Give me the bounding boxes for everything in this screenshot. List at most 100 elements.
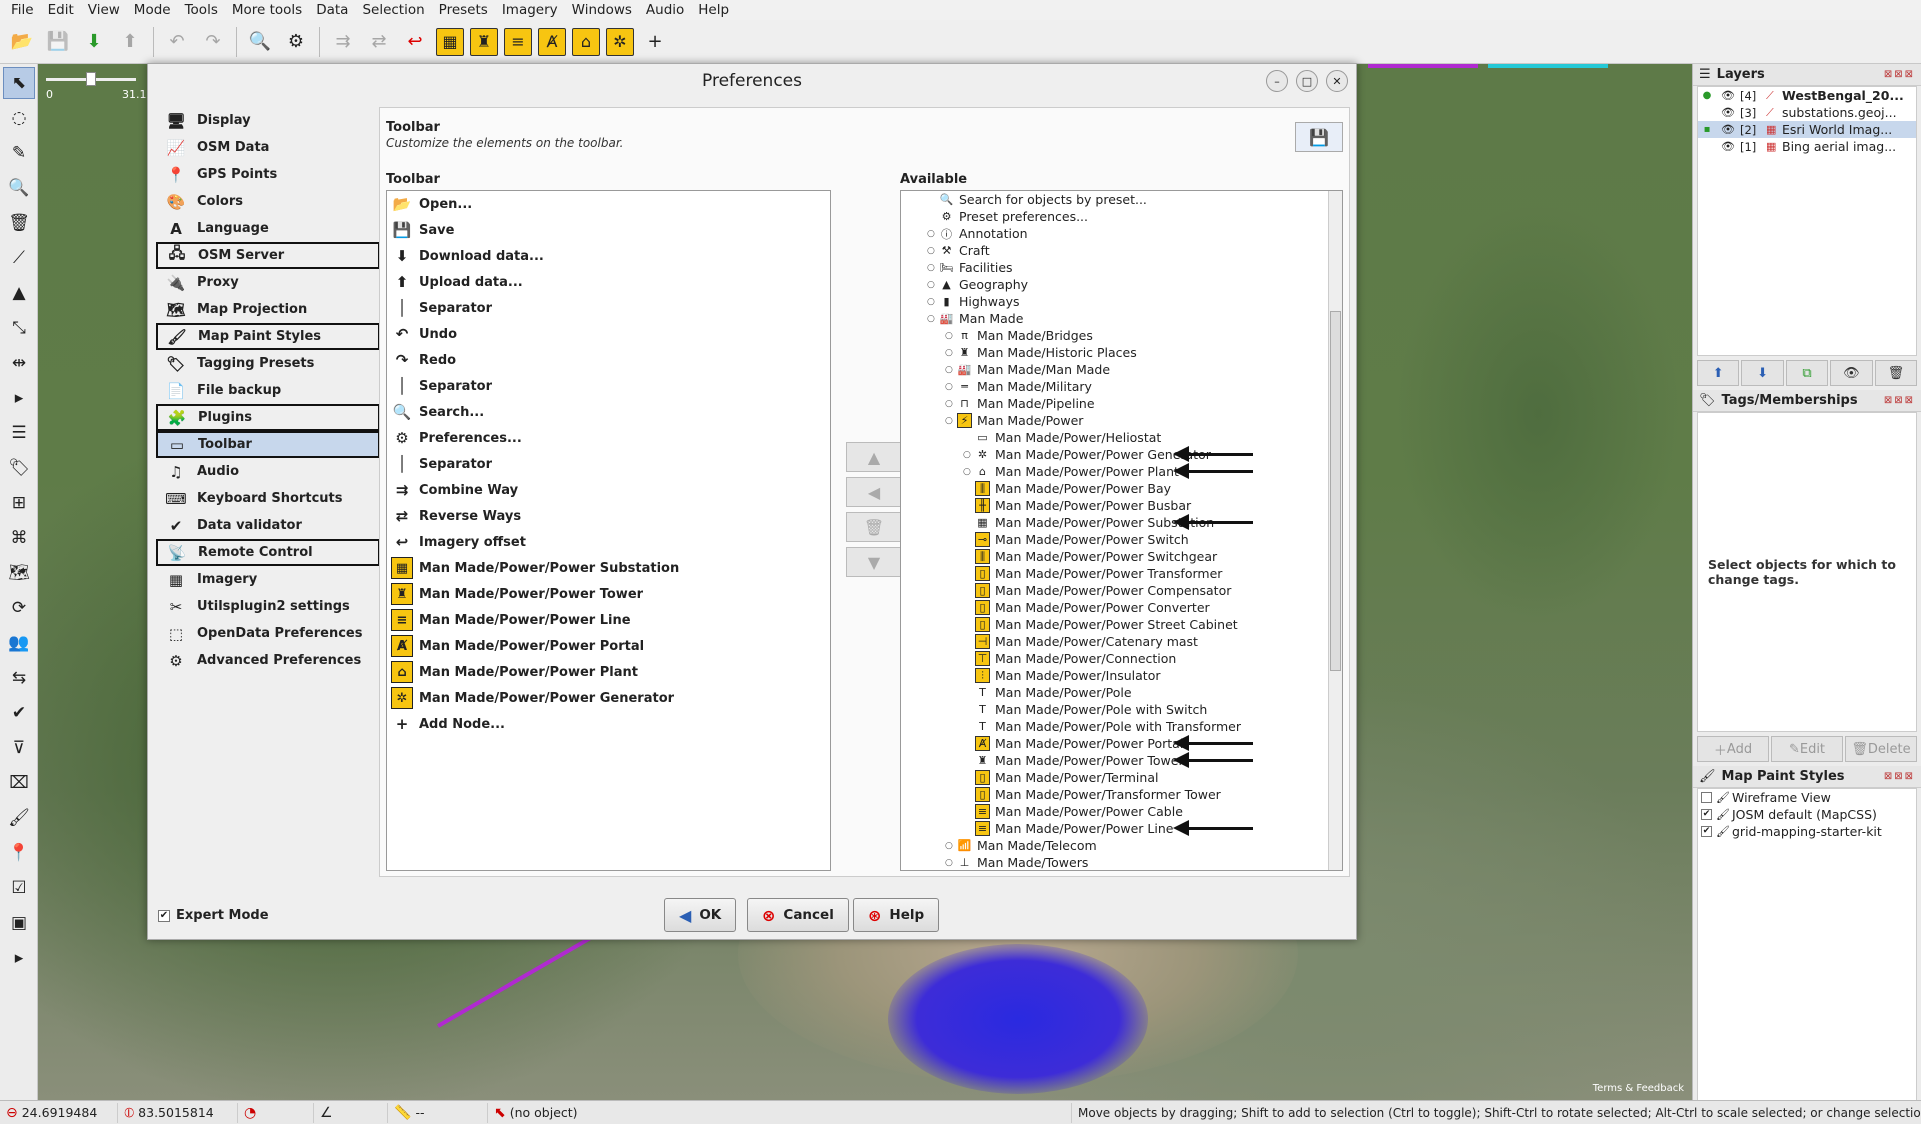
available-tree-item[interactable]: ▦ Man Made/Power/Power Substation	[901, 514, 1342, 531]
panel-controls-icon[interactable]: ⊠⊠⊠	[1884, 69, 1915, 80]
available-tree-item[interactable]: ⊣ Man Made/Power/Catenary mast	[901, 633, 1342, 650]
menu-selection[interactable]: Selection	[355, 2, 431, 18]
map-style-row[interactable]: ✔ 🖌 grid-mapping-starter-kit	[1698, 823, 1916, 840]
styles-toggle-icon[interactable]: 🖌	[3, 802, 35, 834]
category-osm-data[interactable]: 📈 OSM Data	[156, 134, 380, 161]
move-item-down-icon[interactable]: ▼	[846, 547, 902, 577]
available-tree-item[interactable]: ╫ Man Made/Power/Power Busbar	[901, 497, 1342, 514]
download-icon[interactable]: ⬇	[79, 26, 109, 58]
toolbar-item[interactable]: + Add Node...	[387, 711, 830, 737]
expand-toggle-icon[interactable]: ○	[945, 331, 957, 341]
available-tree-item[interactable]: ▯ Man Made/Power/Power Street Cabinet	[901, 616, 1342, 633]
available-tree-item[interactable]: ○ ═ Man Made/Military	[901, 378, 1342, 395]
preferences-icon[interactable]: ⚙	[281, 26, 311, 58]
toolbar-item[interactable]: ⬇ Download data...	[387, 243, 830, 269]
toolbar-item[interactable]: 📂 Open...	[387, 191, 830, 217]
map-style-row[interactable]: 🖌 Wireframe View	[1698, 789, 1916, 806]
terms-feedback-link[interactable]: Terms & Feedback	[1593, 1083, 1684, 1094]
available-tree-item[interactable]: ▭ Man Made/Power/Heliostat	[901, 429, 1342, 446]
style-checkbox[interactable]	[1701, 792, 1712, 803]
category-display[interactable]: 🖥 Display	[156, 107, 380, 134]
cancel-button[interactable]: ⊗ Cancel	[747, 898, 849, 932]
category-file-backup[interactable]: 📄 File backup	[156, 377, 380, 404]
todo-toggle-icon[interactable]: ☑	[3, 872, 35, 904]
split-tool-icon[interactable]: ⇹	[3, 347, 35, 379]
available-tree-item[interactable]: ⚙ Preset preferences...	[901, 208, 1342, 225]
available-tree-item[interactable]: ▯ Man Made/Power/Power Converter	[901, 599, 1342, 616]
draw-tool-icon[interactable]: ✎	[3, 137, 35, 169]
category-advanced-preferences[interactable]: ⚙ Advanced Preferences	[156, 647, 380, 674]
tags-toggle-icon[interactable]: 🏷	[3, 452, 35, 484]
layer-row[interactable]: 👁 [1] ▦ Bing aerial imag...	[1698, 138, 1916, 155]
reverse-ways-icon[interactable]: ⇄	[364, 26, 394, 58]
visibility-icon[interactable]: 👁	[1716, 89, 1740, 102]
available-tree-item[interactable]: T Man Made/Power/Pole	[901, 684, 1342, 701]
menu-help[interactable]: Help	[691, 2, 736, 18]
toolbar-item[interactable]: ♜ Man Made/Power/Power Tower	[387, 581, 830, 607]
add-node-icon[interactable]: +	[640, 26, 670, 58]
available-tree-item[interactable]: ▯ Man Made/Power/Terminal	[901, 769, 1342, 786]
available-tree-item[interactable]: ○ 🏭 Man Made	[901, 310, 1342, 327]
available-tree-item[interactable]: ⫶ Man Made/Power/Insulator	[901, 667, 1342, 684]
available-tree-item[interactable]: ▯ Man Made/Power/Transformer Tower	[901, 786, 1342, 803]
category-osm-server[interactable]: 🖧 OSM Server	[156, 242, 380, 269]
delete-tag-button[interactable]: 🗑 Delete	[1845, 736, 1917, 762]
category-language[interactable]: A Language	[156, 215, 380, 242]
available-tree-item[interactable]: Ⱥ Man Made/Power/Power Portal	[901, 735, 1342, 752]
scrollbar-thumb[interactable]	[1330, 311, 1341, 671]
history-toggle-icon[interactable]: ⟳	[3, 592, 35, 624]
available-tree-item[interactable]: T Man Made/Power/Pole with Transformer	[901, 718, 1342, 735]
category-audio[interactable]: ♫ Audio	[156, 458, 380, 485]
available-tree-item[interactable]: ▯ Man Made/Power/Power Compensator	[901, 582, 1342, 599]
available-tree-item[interactable]: ○ ⊥ Man Made/Towers	[901, 854, 1342, 870]
expand-toggle-icon[interactable]: ▸	[3, 942, 35, 974]
power-substation-icon[interactable]: ▦	[436, 27, 464, 56]
available-tree-item[interactable]: ○ 📶 Man Made/Telecom	[901, 837, 1342, 854]
expand-toggle-icon[interactable]: ○	[963, 450, 975, 460]
category-imagery[interactable]: ▦ Imagery	[156, 566, 380, 593]
category-map-paint-styles[interactable]: 🖌 Map Paint Styles	[156, 323, 380, 350]
close-icon[interactable]: ✕	[1326, 70, 1348, 92]
toolbar-item[interactable]: │ Separator	[387, 373, 830, 399]
visibility-icon[interactable]: 👁	[1716, 106, 1740, 119]
power-line-icon[interactable]: ≡	[504, 27, 532, 56]
category-remote-control[interactable]: 📡 Remote Control	[156, 539, 380, 566]
toolbar-item[interactable]: ↷ Redo	[387, 347, 830, 373]
power-portal-icon[interactable]: Ⱥ	[538, 27, 566, 56]
expand-toggle-icon[interactable]: ○	[945, 416, 957, 426]
menu-mode[interactable]: Mode	[127, 2, 178, 18]
extrude-tool-icon[interactable]: ⤡	[3, 312, 35, 344]
expand-toggle-icon[interactable]: ○	[927, 229, 939, 239]
category-toolbar[interactable]: ▭ Toolbar	[156, 431, 380, 458]
imagery-offset-icon[interactable]: ↩	[400, 26, 430, 58]
available-tree-item[interactable]: ○ ⌂ Man Made/Power/Power Plant	[901, 463, 1342, 480]
expand-toggle-icon[interactable]: ○	[927, 280, 939, 290]
toolbar-item[interactable]: ⇄ Reverse Ways	[387, 503, 830, 529]
toolbar-item[interactable]: Ⱥ Man Made/Power/Power Portal	[387, 633, 830, 659]
conflict-toggle-icon[interactable]: ⇆	[3, 662, 35, 694]
lasso-tool-icon[interactable]: ◌	[3, 102, 35, 134]
category-utilsplugin2-settings[interactable]: ✂ Utilsplugin2 settings	[156, 593, 380, 620]
toolbar-item[interactable]: ⌂ Man Made/Power/Power Plant	[387, 659, 830, 685]
toolbar-item[interactable]: ↩ Imagery offset	[387, 529, 830, 555]
add-tag-button[interactable]: ＋ Add	[1697, 736, 1769, 762]
available-tree-item[interactable]: ○ 🏭 Man Made/Man Made	[901, 361, 1342, 378]
menu-view[interactable]: View	[81, 2, 127, 18]
available-tree-item[interactable]: ○ ▮ Highways	[901, 293, 1342, 310]
toolbar-item[interactable]: │ Separator	[387, 295, 830, 321]
category-colors[interactable]: 🎨 Colors	[156, 188, 380, 215]
move-item-up-icon[interactable]: ▲	[846, 442, 902, 472]
visibility-icon[interactable]: 👁	[1830, 360, 1873, 386]
improve-way-icon[interactable]: ⟋	[3, 242, 35, 274]
available-tree-item[interactable]: ○ ♜ Man Made/Historic Places	[901, 344, 1342, 361]
menu-windows[interactable]: Windows	[565, 2, 639, 18]
toolbar-item[interactable]: 🔍 Search...	[387, 399, 830, 425]
category-tagging-presets[interactable]: 🏷 Tagging Presets	[156, 350, 380, 377]
available-tree-item[interactable]: ≡ Man Made/Power/Power Cable	[901, 803, 1342, 820]
menu-file[interactable]: File	[4, 2, 41, 18]
help-button[interactable]: ⊛ Help	[853, 898, 940, 932]
map-style-row[interactable]: ✔ 🖌 JOSM default (MapCSS)	[1698, 806, 1916, 823]
undo-icon[interactable]: ↶	[162, 26, 192, 58]
available-tree-item[interactable]: ≡ Man Made/Power/Power Line	[901, 820, 1342, 837]
select-tool-icon[interactable]: ⬉	[3, 67, 35, 99]
